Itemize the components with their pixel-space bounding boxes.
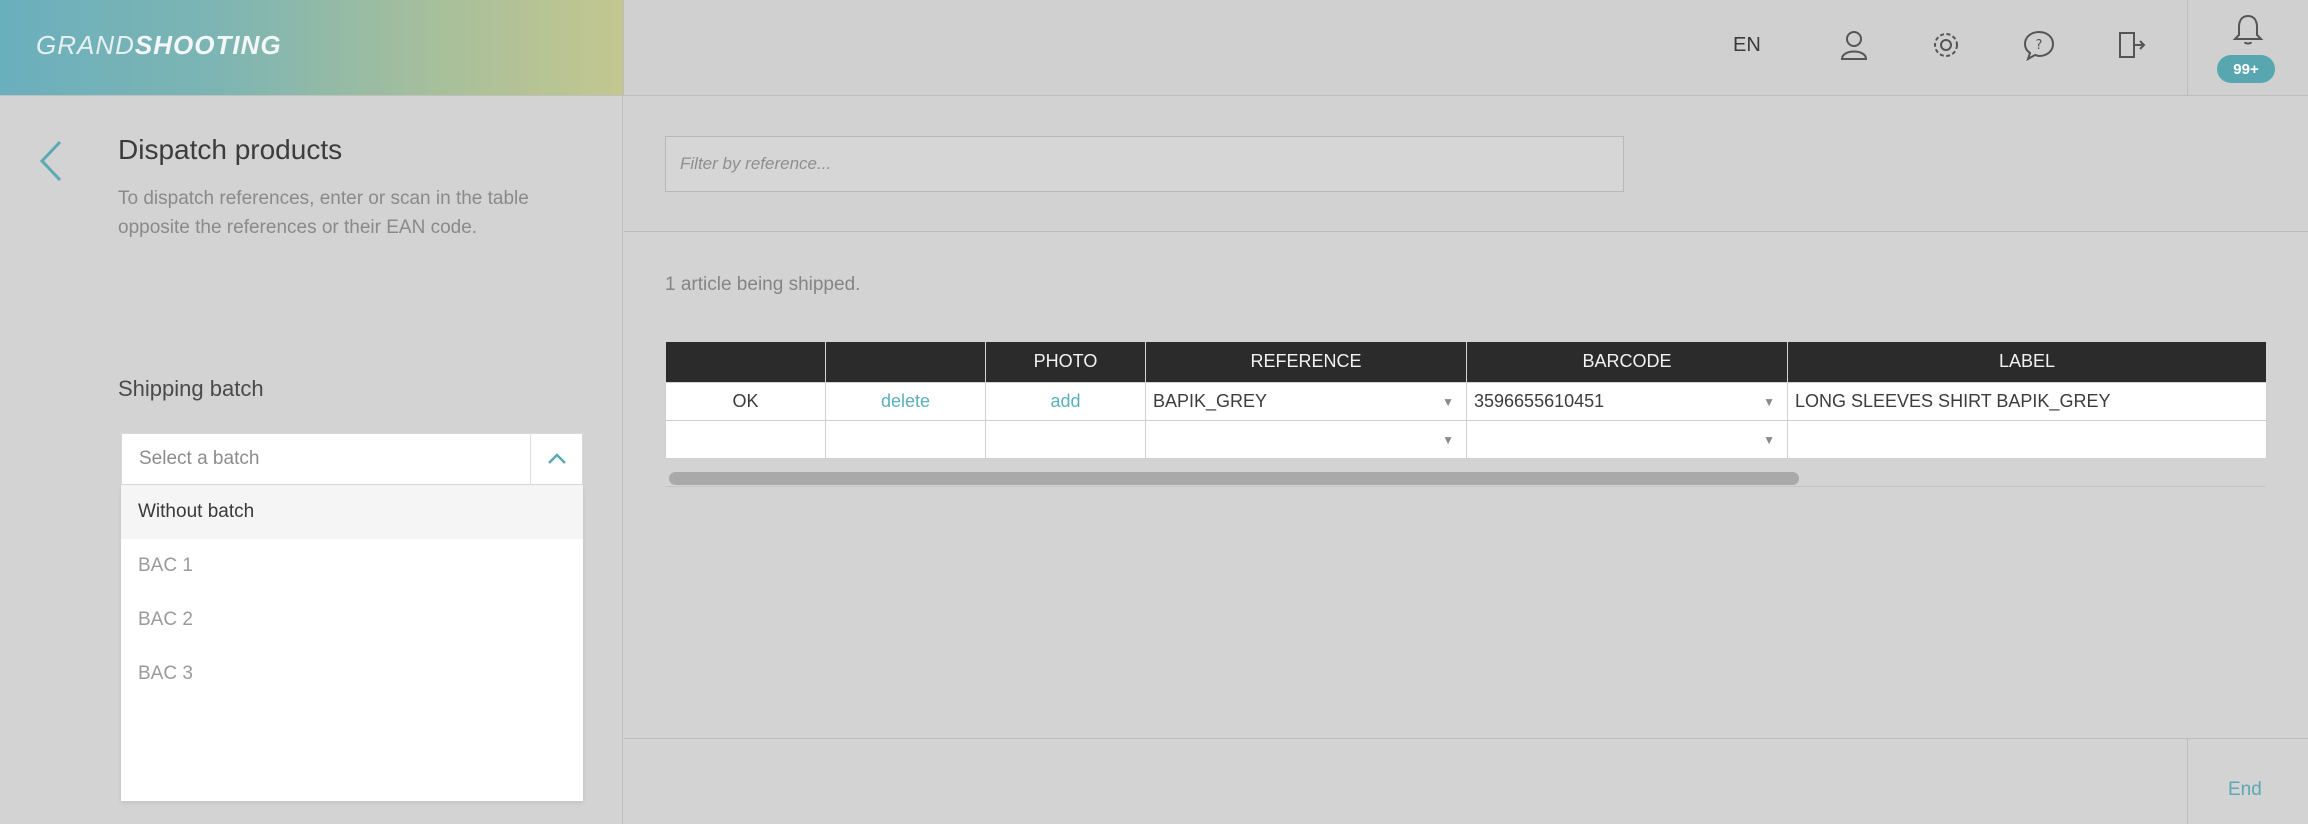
dispatch-content: 1 article being shipped. PHOTO REFERENCE… (624, 232, 2308, 738)
end-button[interactable]: End (2228, 779, 2262, 801)
dropdown-triangle-icon[interactable]: ▼ (1763, 433, 1775, 447)
batch-select-placeholder: Select a batch (139, 448, 260, 469)
chevron-up-icon[interactable] (530, 434, 582, 484)
notification-badge: 99+ (2217, 55, 2275, 83)
batch-select[interactable]: Select a batch (121, 433, 583, 485)
app-logo[interactable]: GRANDSHOOTING (36, 30, 282, 61)
label-cell[interactable] (1787, 419, 2267, 459)
shipped-count-text: 1 article being shipped. (665, 274, 861, 295)
barcode-cell[interactable]: ▼ (1466, 419, 1788, 459)
scrollbar-track (665, 486, 2266, 487)
reference-cell[interactable]: ▼ (1145, 419, 1467, 459)
filter-input[interactable] (666, 137, 1623, 191)
reference-cell[interactable]: BAPIK_GREY ▼ (1145, 381, 1467, 421)
batch-options-list: Without batch BAC 1 BAC 2 BAC 3 (121, 485, 583, 801)
add-photo-link[interactable]: add (985, 381, 1146, 421)
barcode-value: 3596655610451 (1474, 390, 1605, 411)
reference-value: BAPIK_GREY (1153, 390, 1268, 411)
shipping-batch-label: Shipping batch (118, 376, 264, 401)
photo-cell[interactable] (985, 419, 1146, 459)
page-subtitle: To dispatch references, enter or scan in… (118, 188, 529, 238)
settings-icon[interactable] (1926, 25, 1966, 65)
filter-field[interactable] (665, 136, 1624, 192)
filter-bar (624, 96, 2308, 232)
column-header (825, 342, 986, 382)
column-header (665, 342, 826, 382)
notification-area[interactable]: 99+ (2187, 0, 2308, 96)
logo-area: GRANDSHOOTING (0, 0, 623, 96)
batch-option[interactable]: BAC 3 (121, 647, 583, 701)
batch-option[interactable]: Without batch (121, 485, 583, 539)
footer-bar: End (624, 738, 2308, 824)
column-header-barcode[interactable]: BARCODE (1466, 342, 1788, 382)
delete-link[interactable]: delete (825, 381, 986, 421)
left-panel: Dispatch products To dispatch references… (0, 96, 623, 824)
status-cell[interactable] (665, 419, 826, 459)
svg-text:?: ? (2036, 38, 2043, 53)
barcode-cell[interactable]: 3596655610451 ▼ (1466, 381, 1788, 421)
logo-text-bold: SHOOTING (134, 30, 282, 60)
user-icon[interactable] (1834, 25, 1874, 65)
dispatch-table: PHOTO REFERENCE BARCODE LABEL OK delete … (665, 342, 2267, 459)
table-row: OK delete add BAPIK_GREY ▼ 3596655610451 ▼… (665, 381, 2267, 421)
dropdown-triangle-icon[interactable]: ▼ (1442, 395, 1454, 409)
logout-icon[interactable] (2111, 25, 2151, 65)
help-icon[interactable]: ? (2019, 25, 2059, 65)
column-header-reference[interactable]: REFERENCE (1145, 342, 1467, 382)
bell-icon[interactable] (2230, 12, 2266, 53)
label-cell[interactable]: LONG SLEEVES SHIRT BAPIK_GREY (1787, 381, 2267, 421)
dropdown-triangle-icon[interactable]: ▼ (1763, 395, 1775, 409)
column-header-label[interactable]: LABEL (1787, 342, 2267, 382)
page-title: Dispatch products (118, 134, 343, 165)
column-header-photo[interactable]: PHOTO (985, 342, 1146, 382)
horizontal-scrollbar[interactable] (669, 472, 1799, 485)
end-area: End (2187, 739, 2308, 824)
action-cell[interactable] (825, 419, 986, 459)
batch-option[interactable]: BAC 1 (121, 539, 583, 593)
table-row: ▼ ▼ (665, 419, 2267, 459)
batch-option[interactable]: BAC 2 (121, 593, 583, 647)
back-arrow-icon[interactable] (36, 138, 64, 189)
table-header-row: PHOTO REFERENCE BARCODE LABEL (665, 342, 2267, 382)
dropdown-triangle-icon[interactable]: ▼ (1442, 433, 1454, 447)
language-selector[interactable]: EN (1733, 34, 1761, 57)
logo-text-light: GRAND (36, 30, 135, 60)
status-cell: OK (665, 381, 826, 421)
